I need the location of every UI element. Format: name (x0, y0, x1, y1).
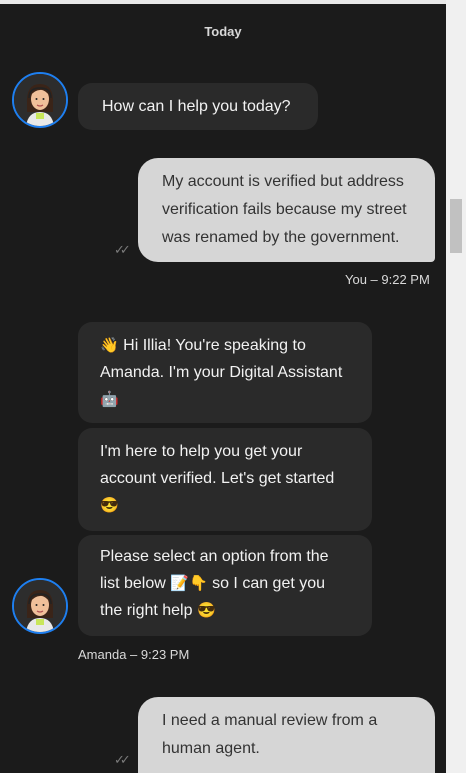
memo-pointing-down-icon: 📝👇 (170, 575, 208, 592)
top-divider (0, 0, 446, 4)
agent-help-text: I'm here to help you get your account ve… (100, 443, 335, 487)
date-separator: Today (204, 24, 242, 39)
greeting-message: How can I help you today? (78, 83, 318, 130)
user-message: My account is verified but address verif… (138, 158, 435, 262)
chat-window[interactable]: Today How can I help you today? My accou… (0, 0, 446, 773)
double-check-icon: ✓✓ (114, 752, 131, 767)
agent-message-help: I'm here to help you get your account ve… (78, 428, 372, 531)
user-message: I need a manual review from a human agen… (138, 697, 435, 773)
greeting-text: How can I help you today? (102, 98, 291, 115)
waving-hand-icon: 👋 (100, 337, 119, 354)
user-message-text: I need a manual review from a human agen… (162, 712, 378, 757)
agent-avatar-icon (12, 578, 68, 634)
agent-intro-text: Hi Illia! You're speaking to Amanda. I'm… (100, 337, 343, 381)
scrollbar-thumb[interactable] (450, 199, 462, 253)
user-message-meta: You – 9:22 PM (345, 272, 430, 287)
agent-message-meta: Amanda – 9:23 PM (78, 647, 190, 662)
double-check-icon: ✓✓ (114, 242, 131, 257)
robot-icon: 🤖 (100, 391, 119, 408)
user-message-text: My account is verified but address verif… (162, 173, 407, 246)
scrollbar[interactable] (446, 0, 466, 773)
sunglasses-icon: 😎 (196, 602, 216, 619)
agent-avatar-icon (12, 72, 68, 128)
agent-message-intro: 👋 Hi Illia! You're speaking to Amanda. I… (78, 322, 372, 423)
sunglasses-icon: 😎 (100, 497, 119, 514)
agent-message-options: Please select an option from the list be… (78, 535, 372, 636)
